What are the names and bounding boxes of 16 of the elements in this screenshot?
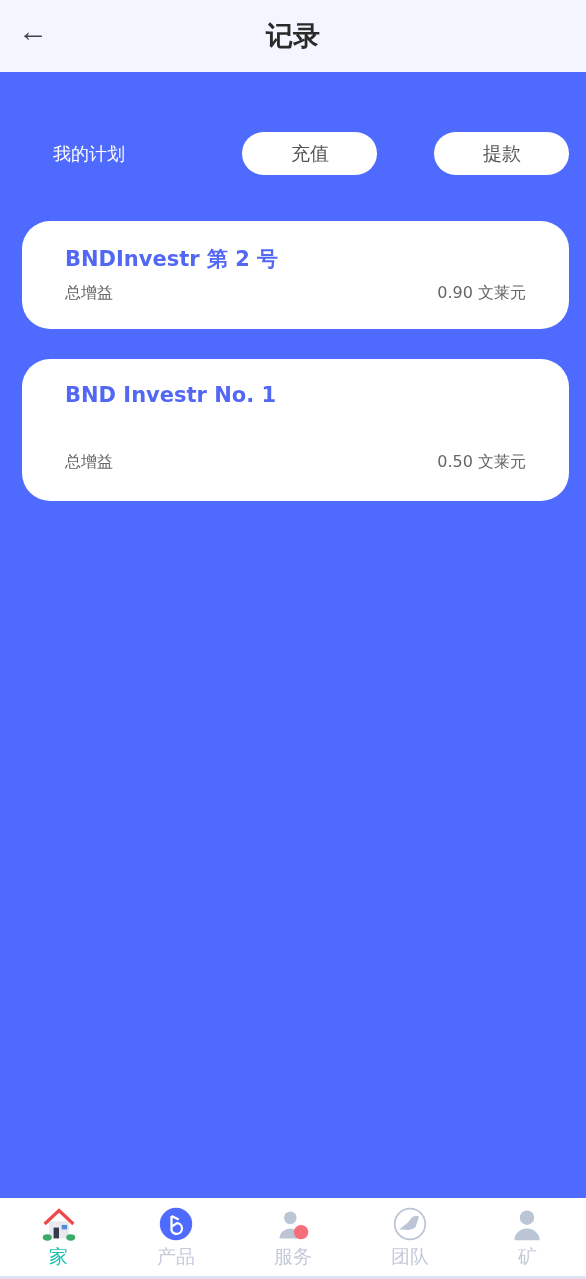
metric-value: 0.50 文莱元 — [437, 452, 526, 473]
action-button[interactable]: 充值 — [242, 132, 377, 175]
plan-label: 我的计划 — [53, 141, 125, 166]
coin-icon — [157, 1206, 194, 1242]
metric-value: 0.90 文莱元 — [437, 283, 526, 304]
action-button[interactable]: 提款 — [434, 132, 569, 175]
page-title: 记录 — [266, 19, 320, 53]
plan-name: BNDInvestr 第 2 号 — [65, 246, 280, 273]
back-button[interactable]: ← — [18, 14, 48, 48]
bird-icon — [392, 1206, 429, 1242]
metric-label: 总增益 — [65, 452, 113, 473]
metric-label: 总增益 — [65, 283, 113, 304]
plan-name: BND Investr No. 1 — [65, 383, 278, 407]
house-icon — [40, 1206, 77, 1242]
plan-card[interactable]: BND Investr No. 1 总增益 0.50 文莱元 — [22, 359, 569, 501]
plan-card[interactable]: BNDInvestr 第 2 号 总增益 0.90 文莱元 — [22, 221, 569, 329]
